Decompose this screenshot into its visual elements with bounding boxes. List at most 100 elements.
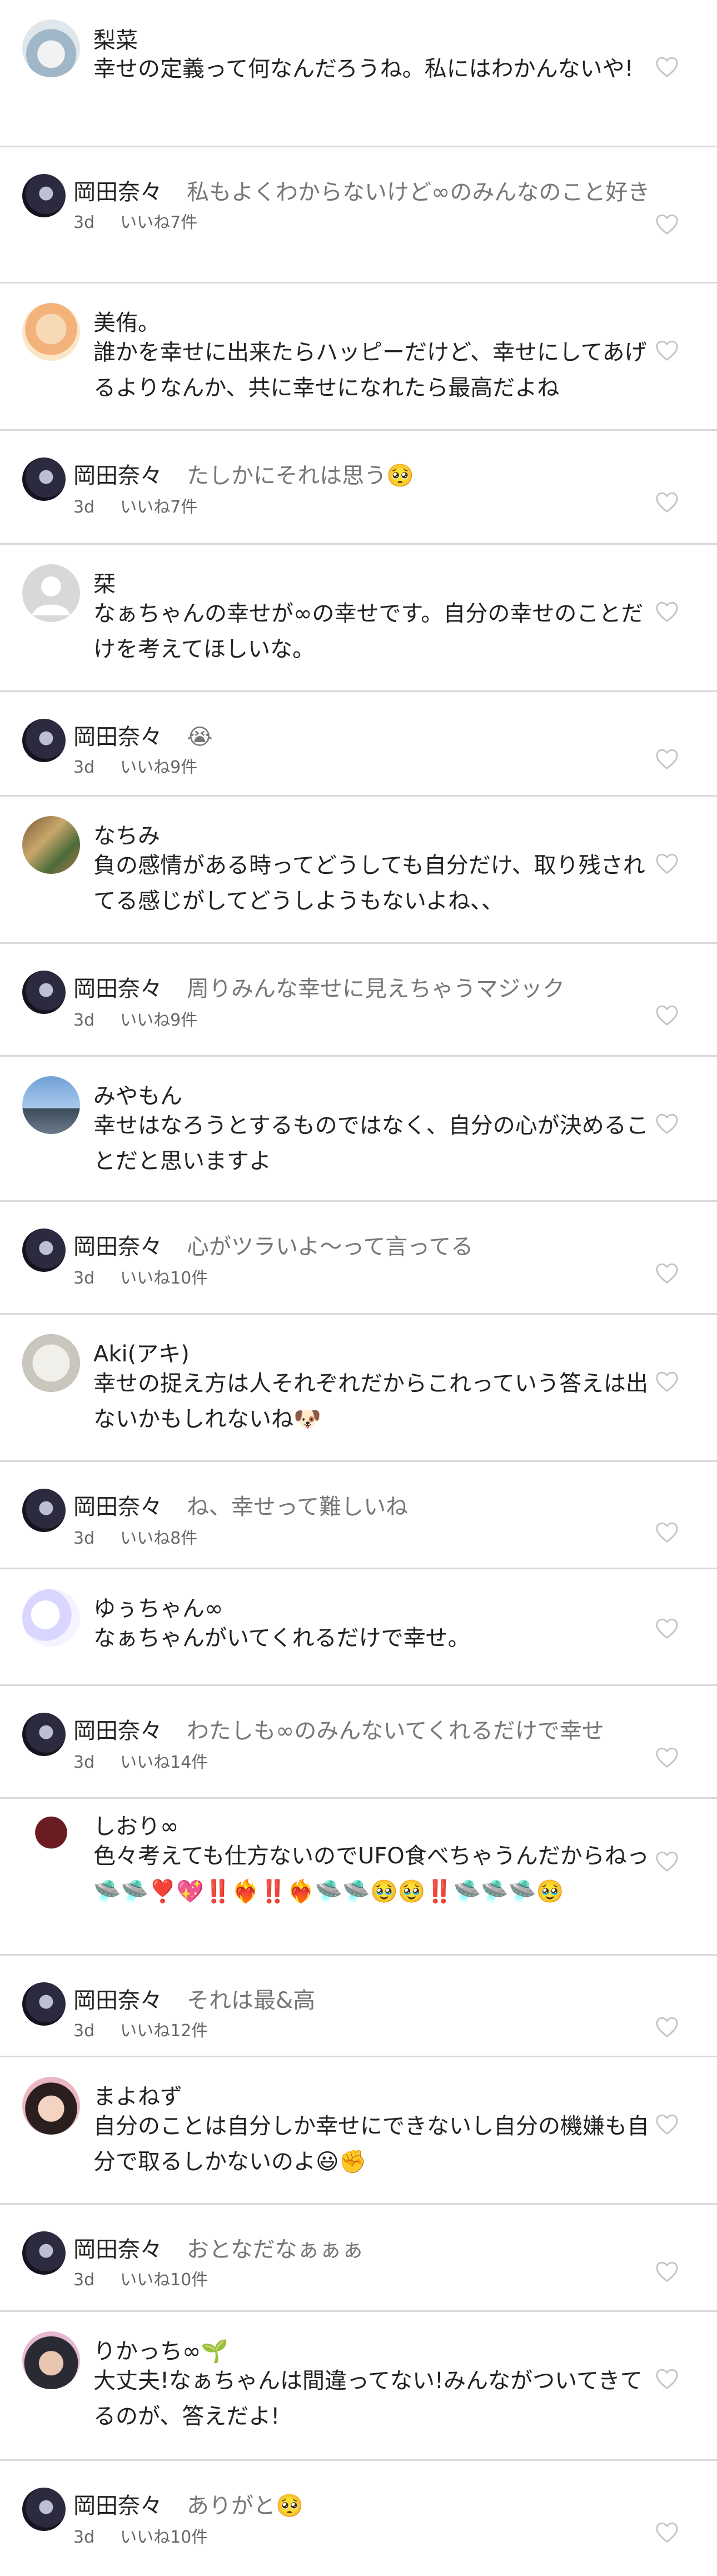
replier-name[interactable]: 岡田奈々 [73,1494,162,1520]
heart-outline-icon[interactable] [655,1112,679,1135]
heart-outline-icon[interactable] [655,213,679,235]
like-count[interactable]: いいね8件 [120,1529,197,1548]
avatar[interactable] [22,1589,80,1647]
avatar[interactable] [22,1229,66,1272]
avatar[interactable] [22,816,80,874]
heart-outline-icon[interactable] [655,1850,679,1872]
avatar[interactable] [22,971,66,1014]
replier-name[interactable]: 岡田奈々 [73,1988,162,2013]
like-count[interactable]: いいね9件 [120,758,197,777]
heart-outline-icon[interactable] [655,491,679,513]
default-user-icon[interactable] [22,564,80,622]
avatar[interactable] [22,1076,80,1134]
heart-outline-icon[interactable] [655,852,679,874]
reply-text: たしかにそれは思う🥺 [187,463,415,489]
avatar[interactable] [22,2231,66,2275]
replier-name[interactable]: 岡田奈々 [73,1234,162,1260]
heart-outline-icon[interactable] [655,1004,679,1026]
avatar[interactable] [22,457,66,501]
like-count[interactable]: いいね7件 [120,498,197,517]
heart-outline-icon[interactable] [655,1617,679,1639]
commenter-name[interactable]: まよねず [93,2078,182,2111]
comment-item: 美侑。 誰かを幸せに出来たらハッピーだけど、幸せにしてあげるよりなんか、共に幸せに… [0,284,717,429]
like-count[interactable]: いいね12件 [120,2021,208,2041]
heart-outline-icon[interactable] [655,56,679,78]
commenter-name[interactable]: ゆぅちゃん∞ [93,1590,223,1623]
reply-item: 岡田奈々 周りみんな幸せに見えちゃうマジック 3d いいね9件 [0,944,717,1055]
timestamp: 3d [73,1011,95,1030]
reply-item: 岡田奈々 😭 3d いいね9件 [0,692,717,795]
avatar[interactable] [22,303,80,361]
avatar[interactable] [22,2488,66,2531]
avatar[interactable] [22,1489,66,1532]
like-count[interactable]: いいね14件 [120,1753,208,1772]
reply-text: 😭 [187,724,213,750]
commenter-name[interactable]: しおり∞ [93,1808,178,1841]
replier-name[interactable]: 岡田奈々 [73,2493,162,2519]
reply-meta: 3d いいね7件 [73,493,197,518]
comment-text: 幸せの定義って何なんだろうね。私にはわかんないや! [93,56,634,82]
reply-item: 岡田奈々 ね、幸せって難しいね 3d いいね8件 [0,1462,717,1568]
comment-item: ゆぅちゃん∞ なぁちゃんがいてくれるだけで幸せ。 [0,1569,717,1684]
like-count[interactable]: いいね7件 [120,213,197,232]
comment-text: 自分のことは自分しか幸せにできないし自分の機嫌も自分で取るしかないのよ😃✊ [93,2113,649,2175]
heart-outline-icon[interactable] [655,2113,679,2135]
reply-text: それは最&高 [187,1988,316,2013]
avatar[interactable] [22,1982,66,2026]
reply-meta: 3d いいね10件 [73,1264,208,1289]
timestamp: 3d [73,2528,95,2547]
avatar[interactable] [22,2331,80,2389]
reply-line: 岡田奈々 ありがと🥺 [73,2488,303,2520]
heart-outline-icon[interactable] [655,1262,679,1284]
heart-outline-icon[interactable] [655,2368,679,2390]
reply-text: おとなだなぁぁぁ [187,2237,364,2262]
avatar[interactable] [22,1334,80,1392]
heart-outline-icon[interactable] [655,1521,679,1543]
commenter-name[interactable]: 梨菜 [93,22,138,54]
replier-name[interactable]: 岡田奈々 [73,463,162,489]
avatar[interactable] [22,2077,80,2135]
commenter-name[interactable]: Aki(アキ) [93,1336,190,1368]
avatar[interactable] [22,1809,80,1867]
like-count[interactable]: いいね10件 [120,1269,208,1288]
heart-outline-icon[interactable] [655,1370,679,1393]
commenter-name[interactable]: りかっち∞🌱 [93,2333,228,2365]
replier-name[interactable]: 岡田奈々 [73,180,162,205]
commenter-name[interactable]: 美侑。 [93,305,160,337]
timestamp: 3d [73,2270,95,2290]
comment-item: りかっち∞🌱 大丈夫!なぁちゃんは間違ってない!みんながついてきてるのが、答えだよ… [0,2312,717,2459]
replier-name[interactable]: 岡田奈々 [73,724,162,750]
replier-name[interactable]: 岡田奈々 [73,976,162,1002]
avatar[interactable] [22,1713,66,1756]
heart-outline-icon[interactable] [655,600,679,623]
like-count[interactable]: いいね9件 [120,1011,197,1030]
commenter-name[interactable]: みやもん [93,1078,182,1110]
heart-outline-icon[interactable] [655,2521,679,2543]
avatar[interactable] [22,19,80,77]
heart-outline-icon[interactable] [655,2016,679,2038]
reply-text: ありがと🥺 [187,2493,303,2519]
reply-text: ね、幸せって難しいね [187,1494,408,1520]
comment-item: Aki(アキ) 幸せの捉え方は人それぞれだからこれっていう答えは出ないかもしれない… [0,1315,717,1460]
heart-outline-icon[interactable] [655,339,679,361]
avatar[interactable] [22,719,66,762]
comment-text: なぁちゃんがいてくれるだけで幸せ。 [93,1625,470,1651]
avatar[interactable] [22,174,66,217]
commenter-name[interactable]: なちみ [93,818,160,850]
comment-text: 負の感情がある時ってどうしても自分だけ、取り残されてる感じがしてどうしようもない… [93,853,645,914]
heart-outline-icon[interactable] [655,1746,679,1768]
replier-name[interactable]: 岡田奈々 [73,1718,162,1744]
reply-text: わたしも∞のみんないてくれるだけで幸せ [187,1718,604,1744]
like-count[interactable]: いいね10件 [120,2528,208,2547]
commenter-name[interactable]: 栞 [93,566,116,598]
heart-outline-icon[interactable] [655,748,679,770]
like-count[interactable]: いいね10件 [120,2270,208,2290]
reply-line: 岡田奈々 😭 [73,719,213,751]
replier-name[interactable]: 岡田奈々 [73,2237,162,2262]
reply-item: 岡田奈々 それは最&高 3d いいね12件 [0,1956,717,2056]
reply-meta: 3d いいね10件 [73,2266,208,2290]
heart-outline-icon[interactable] [655,2260,679,2282]
timestamp: 3d [73,1753,95,1772]
reply-text: 私もよくわからないけど∞のみんなのこと好き [187,180,650,205]
reply-line: 岡田奈々 おとなだなぁぁぁ [73,2231,364,2264]
